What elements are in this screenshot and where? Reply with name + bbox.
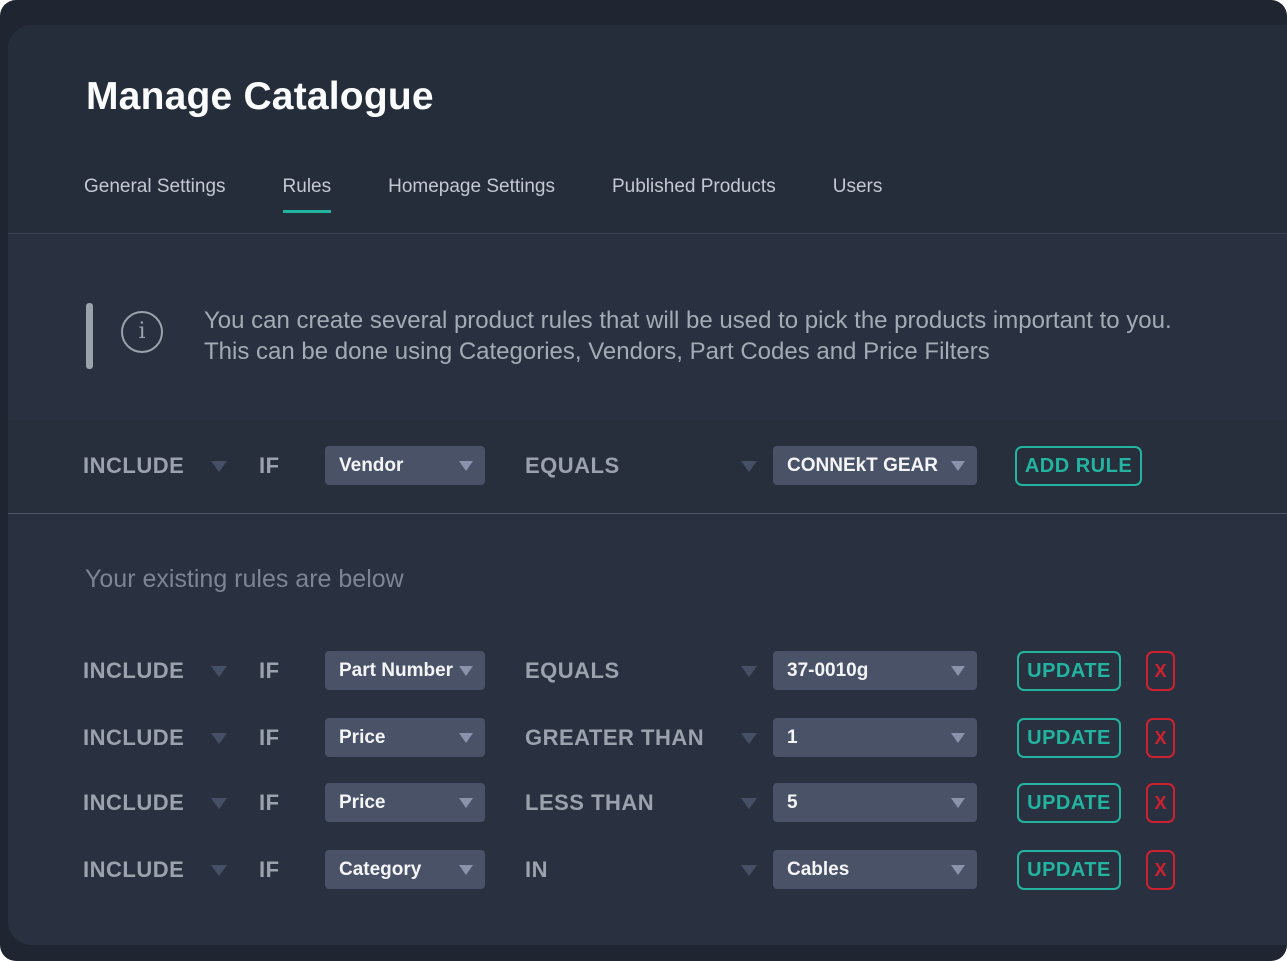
include-chevron-down-icon[interactable] <box>211 666 227 677</box>
field-select-chevron-down-icon <box>459 733 473 743</box>
app-window: Manage Catalogue General Settings Rules … <box>0 0 1287 961</box>
value-select[interactable]: 5 <box>773 783 977 822</box>
value-select[interactable]: Cables <box>773 850 977 889</box>
tab-bar: General Settings Rules Homepage Settings… <box>84 176 882 213</box>
field-select-value: Vendor <box>339 455 403 477</box>
field-select-value: Price <box>339 792 385 814</box>
value-select-chevron-down-icon <box>951 733 965 743</box>
value-select-value: Cables <box>787 859 849 881</box>
delete-rule-button[interactable]: X <box>1146 651 1175 691</box>
update-rule-button[interactable]: UPDATE <box>1017 850 1121 890</box>
tab-published-products[interactable]: Published Products <box>612 176 776 213</box>
tab-rules[interactable]: Rules <box>283 176 332 213</box>
existing-rules-section: Your existing rules are below INCLUDE IF… <box>8 515 1287 945</box>
update-rule-button[interactable]: UPDATE <box>1017 718 1121 758</box>
value-select[interactable]: CONNEkT GEAR <box>773 446 977 485</box>
operator-chevron-down-icon[interactable] <box>741 666 757 677</box>
delete-rule-button[interactable]: X <box>1146 718 1175 758</box>
include-chevron-down-icon[interactable] <box>211 461 227 472</box>
operator-dropdown-label[interactable]: EQUALS <box>525 446 620 486</box>
operator-dropdown-label[interactable]: GREATER THAN <box>525 718 704 758</box>
include-dropdown-label[interactable]: INCLUDE <box>83 850 184 890</box>
rule-row: INCLUDE IF Category IN Cables UPDATE X <box>83 850 1263 890</box>
include-dropdown-label[interactable]: INCLUDE <box>83 446 184 486</box>
operator-dropdown-label[interactable]: EQUALS <box>525 651 620 691</box>
tab-general-settings[interactable]: General Settings <box>84 176 226 213</box>
field-select[interactable]: Category <box>325 850 485 889</box>
update-rule-button[interactable]: UPDATE <box>1017 651 1121 691</box>
tab-users[interactable]: Users <box>833 176 883 213</box>
operator-chevron-down-icon[interactable] <box>741 865 757 876</box>
value-select-chevron-down-icon <box>951 798 965 808</box>
add-rule-section: INCLUDE IF Vendor EQUALS CONNEkT GEAR AD… <box>8 420 1287 514</box>
delete-rule-button[interactable]: X <box>1146 850 1175 890</box>
value-select[interactable]: 37-0010g <box>773 651 977 690</box>
info-icon: i <box>121 311 163 353</box>
include-dropdown-label[interactable]: INCLUDE <box>83 783 184 823</box>
rule-row: INCLUDE IF Price GREATER THAN 1 UPDATE X <box>83 718 1263 758</box>
include-dropdown-label[interactable]: INCLUDE <box>83 718 184 758</box>
field-select-chevron-down-icon <box>459 865 473 875</box>
header: Manage Catalogue General Settings Rules … <box>8 25 1287 234</box>
value-select-chevron-down-icon <box>951 666 965 676</box>
field-select-chevron-down-icon <box>459 798 473 808</box>
page-title: Manage Catalogue <box>86 75 434 119</box>
field-select[interactable]: Part Number <box>325 651 485 690</box>
operator-dropdown-label[interactable]: IN <box>525 850 548 890</box>
if-label: IF <box>259 850 280 890</box>
rule-row: INCLUDE IF Part Number EQUALS 37-0010g U… <box>83 651 1263 691</box>
if-label: IF <box>259 783 280 823</box>
field-select-chevron-down-icon <box>459 461 473 471</box>
operator-dropdown-label[interactable]: LESS THAN <box>525 783 654 823</box>
field-select-value: Price <box>339 727 385 749</box>
field-select-value: Category <box>339 859 421 881</box>
value-select[interactable]: 1 <box>773 718 977 757</box>
field-select[interactable]: Price <box>325 718 485 757</box>
value-select-chevron-down-icon <box>951 865 965 875</box>
value-select-value: 37-0010g <box>787 660 868 682</box>
field-select[interactable]: Vendor <box>325 446 485 485</box>
info-block: i You can create several product rules t… <box>86 303 1189 369</box>
update-rule-button[interactable]: UPDATE <box>1017 783 1121 823</box>
if-label: IF <box>259 651 280 691</box>
if-label: IF <box>259 446 280 486</box>
include-chevron-down-icon[interactable] <box>211 733 227 744</box>
info-accent-bar <box>86 303 93 369</box>
field-select[interactable]: Price <box>325 783 485 822</box>
info-section: i You can create several product rules t… <box>8 235 1287 420</box>
if-label: IF <box>259 718 280 758</box>
value-select-chevron-down-icon <box>951 461 965 471</box>
existing-rules-heading: Your existing rules are below <box>85 565 404 594</box>
delete-rule-button[interactable]: X <box>1146 783 1175 823</box>
value-select-value: 5 <box>787 792 798 814</box>
rule-row: INCLUDE IF Price LESS THAN 5 UPDATE X <box>83 783 1263 823</box>
rule-builder-row: INCLUDE IF Vendor EQUALS CONNEkT GEAR AD… <box>83 446 1263 486</box>
info-text: You can create several product rules tha… <box>204 305 1189 367</box>
field-select-value: Part Number <box>339 660 453 682</box>
manage-catalogue-card: Manage Catalogue General Settings Rules … <box>8 25 1287 945</box>
include-dropdown-label[interactable]: INCLUDE <box>83 651 184 691</box>
tab-homepage-settings[interactable]: Homepage Settings <box>388 176 555 213</box>
operator-chevron-down-icon[interactable] <box>741 733 757 744</box>
field-select-chevron-down-icon <box>459 666 473 676</box>
operator-chevron-down-icon[interactable] <box>741 461 757 472</box>
include-chevron-down-icon[interactable] <box>211 865 227 876</box>
value-select-value: 1 <box>787 727 798 749</box>
add-rule-button[interactable]: ADD RULE <box>1015 446 1142 486</box>
include-chevron-down-icon[interactable] <box>211 798 227 809</box>
value-select-value: CONNEkT GEAR <box>787 455 938 477</box>
operator-chevron-down-icon[interactable] <box>741 798 757 809</box>
